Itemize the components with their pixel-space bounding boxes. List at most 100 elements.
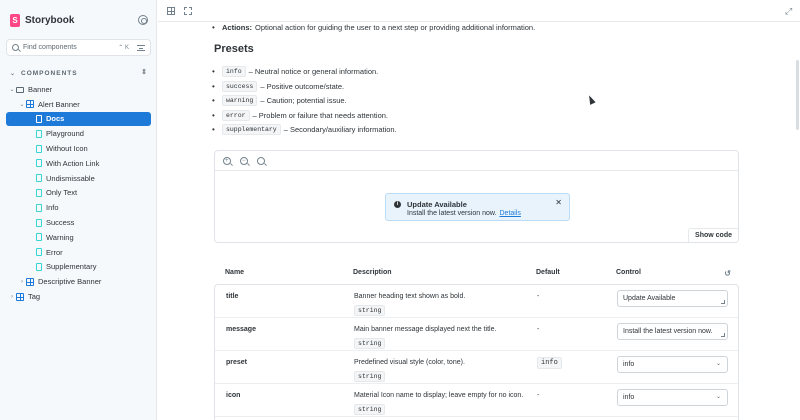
tree-item-label: Alert Banner [38, 99, 80, 109]
tree-item-label: Without Icon [46, 144, 88, 154]
brand[interactable]: S Storybook [10, 13, 74, 27]
tree-item-banner[interactable]: ⌄ Banner [6, 82, 151, 97]
tree-item-label: With Action Link [46, 158, 100, 168]
table-row: message Main banner message displayed ne… [215, 318, 738, 351]
chevron-down-icon: ⌄ [9, 86, 15, 93]
grid-icon[interactable] [167, 7, 175, 15]
tree-item-label: Descriptive Banner [38, 277, 102, 287]
arg-default: info [537, 357, 562, 369]
story-icon [36, 159, 42, 168]
filter-icon[interactable] [137, 44, 145, 51]
arg-default: - [537, 326, 540, 333]
chevron-right-icon: › [21, 278, 23, 285]
arg-type: string [354, 338, 386, 349]
presets-heading: Presets [214, 43, 254, 55]
reset-controls-icon[interactable]: ↺ [724, 269, 731, 278]
arg-default: - [537, 293, 540, 300]
tree-item-docs[interactable]: Docs [6, 111, 151, 127]
banner-message: Install the latest version now. [407, 210, 497, 217]
story-icon [36, 218, 42, 227]
arg-name: title [226, 293, 239, 300]
preset-item: info – Neutral notice or general informa… [212, 66, 379, 77]
story-icon [36, 203, 42, 212]
icon-control-select[interactable]: info ⌄ [617, 389, 728, 406]
preset-text: – Positive outcome/state. [260, 82, 345, 91]
search-icon [12, 44, 19, 51]
component-tree: ⌄ Banner ⌄ Alert Banner Docs Playground … [6, 82, 151, 304]
chevron-down-icon: ⌄ [715, 361, 721, 367]
tree-item-label: Playground [46, 129, 84, 139]
settings-gear-icon[interactable] [138, 15, 148, 25]
tree-item-label: Error [46, 247, 63, 257]
preset-item: success – Positive outcome/state. [212, 81, 345, 92]
story-preview: + − i Update Available Install the lates… [214, 150, 739, 243]
preset-code: warning [222, 95, 258, 106]
tree-item-label: Success [46, 218, 75, 228]
arg-type: string [354, 371, 386, 382]
search-shortcut: ⌃ K [118, 45, 129, 51]
header-name: Name [225, 269, 245, 276]
preset-control-select[interactable]: info ⌄ [617, 356, 728, 373]
component-icon [26, 100, 34, 109]
preset-item: warning – Caution; potential issue. [212, 95, 347, 106]
search-input[interactable]: Find components ⌃ K [6, 39, 151, 56]
outline-icon[interactable] [184, 7, 192, 15]
table-row: preset Predefined visual style (color, t… [215, 351, 738, 384]
tree-item-story[interactable]: Error [6, 245, 151, 260]
header-default: Default [536, 269, 560, 276]
brand-name: Storybook [25, 14, 75, 26]
expand-collapse-icon[interactable]: ⇕ [141, 68, 148, 76]
tree-item-story[interactable]: Success [6, 215, 151, 230]
show-code-button[interactable]: Show code [688, 228, 738, 242]
folder-icon [16, 86, 24, 93]
tree-item-story[interactable]: Playground [6, 126, 151, 141]
arg-description: Banner heading text shown as bold. [354, 293, 466, 300]
zoom-in-icon[interactable]: + [223, 157, 231, 165]
chevron-right-icon: › [11, 293, 13, 300]
banner-details-link[interactable]: Details [500, 210, 521, 217]
preview-toolbar: + − [215, 151, 738, 171]
arg-type: string [354, 404, 386, 415]
zoom-reset-icon[interactable] [257, 157, 265, 165]
tree-item-label: Only Text [46, 188, 78, 198]
fullscreen-icon[interactable]: ⤢ [785, 7, 793, 16]
arg-type: string [354, 305, 386, 316]
title-control-input[interactable]: Update Available [617, 290, 728, 307]
arg-description: Predefined visual style (color, tone). [354, 359, 465, 366]
zoom-out-icon[interactable]: − [240, 157, 248, 165]
banner-message-line: Install the latest version now. Details [407, 210, 521, 217]
story-icon [36, 262, 42, 271]
tree-item-story[interactable]: With Action Link [6, 156, 151, 171]
tree-item-label: Tag [28, 292, 41, 302]
preset-item: supplementary – Secondary/auxiliary info… [212, 124, 397, 135]
preset-code: supplementary [222, 124, 281, 135]
alert-banner: i Update Available Install the latest ve… [385, 193, 570, 221]
scrollbar[interactable] [796, 60, 799, 130]
tree-item-label: Banner [28, 84, 53, 94]
message-control-input[interactable]: Install the latest version now. [617, 323, 728, 340]
tree-item-story[interactable]: Info [6, 200, 151, 215]
actions-bullet: Actions: Optional action for guiding the… [212, 23, 535, 32]
sidebar: S Storybook Find components ⌃ K ⌄ COMPON… [0, 0, 157, 420]
tree-item-story[interactable]: Only Text [6, 186, 151, 201]
top-toolbar: ⤢ [158, 0, 800, 22]
tree-item-alert-banner[interactable]: ⌄ Alert Banner [6, 97, 151, 112]
banner-title: Update Available [407, 200, 467, 209]
arg-description: Main banner message displayed next the t… [354, 326, 497, 333]
select-value: info [623, 361, 635, 368]
tree-item-label: Undismissable [46, 173, 95, 183]
document-icon [36, 114, 42, 123]
tree-item-descriptive-banner[interactable]: › Descriptive Banner [6, 274, 151, 289]
tree-item-story[interactable]: Undismissable [6, 171, 151, 186]
tree-item-story[interactable]: Warning [6, 230, 151, 245]
args-table: title Banner heading text shown as bold.… [214, 284, 739, 420]
preset-text: – Secondary/auxiliary information. [283, 125, 397, 134]
tree-item-tag[interactable]: › Tag [6, 289, 151, 304]
preset-text: – Neutral notice or general information. [248, 67, 379, 76]
close-icon[interactable]: ✕ [555, 198, 562, 207]
story-icon [36, 248, 42, 257]
chevron-down-icon: ⌄ [19, 101, 25, 108]
section-components[interactable]: ⌄ COMPONENTS ⇕ [10, 68, 150, 78]
tree-item-story[interactable]: Without Icon [6, 141, 151, 156]
tree-item-story[interactable]: Supplementary [6, 260, 151, 275]
